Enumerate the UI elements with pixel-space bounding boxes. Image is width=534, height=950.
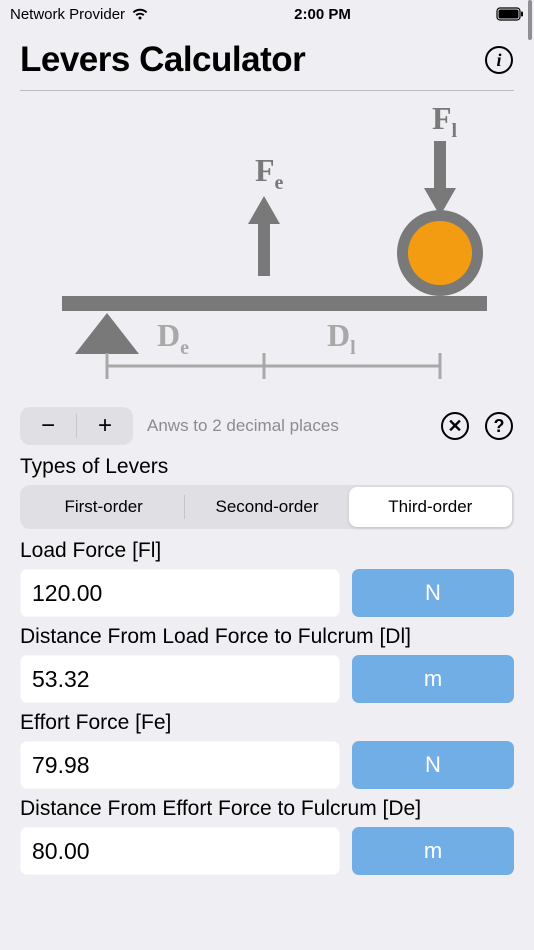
field-label-fl: Load Force [Fl]	[20, 539, 514, 563]
svg-text:Fe: Fe	[255, 152, 284, 194]
input-load-force[interactable]	[20, 569, 340, 617]
page-title: Levers Calculator	[20, 40, 305, 80]
clear-button[interactable]: ✕	[440, 411, 470, 441]
input-effort-force[interactable]	[20, 741, 340, 789]
stepper-plus-button[interactable]: +	[77, 407, 133, 445]
diagram-fl: F	[432, 101, 452, 136]
svg-text:Fl: Fl	[432, 101, 458, 142]
diagram-de: D	[157, 317, 180, 353]
decimal-stepper: − +	[20, 407, 133, 445]
question-icon: ?	[485, 412, 513, 440]
lever-type-segmented: First-order Second-order Third-order	[20, 485, 514, 529]
clock-label: 2:00 PM	[294, 6, 351, 23]
input-distance-effort[interactable]	[20, 827, 340, 875]
info-button[interactable]: i	[484, 45, 514, 75]
help-button[interactable]: ?	[484, 411, 514, 441]
types-label: Types of Levers	[20, 455, 514, 479]
seg-first-order[interactable]: First-order	[22, 487, 185, 527]
status-bar: Network Provider 2:00 PM	[0, 0, 534, 28]
unit-button-dl[interactable]: m	[352, 655, 514, 703]
decimal-hint: Anws to 2 decimal places	[147, 416, 426, 436]
diagram-fe: F	[255, 152, 275, 188]
battery-icon	[496, 7, 524, 21]
field-label-fe: Effort Force [Fe]	[20, 711, 514, 735]
svg-text:De: De	[157, 317, 189, 359]
scroll-indicator[interactable]	[528, 0, 532, 40]
unit-button-fe[interactable]: N	[352, 741, 514, 789]
wifi-icon	[131, 7, 149, 21]
lever-diagram: Fl Fe De Dl	[20, 101, 514, 401]
seg-second-order[interactable]: Second-order	[185, 487, 348, 527]
unit-button-de[interactable]: m	[352, 827, 514, 875]
seg-third-order[interactable]: Third-order	[349, 487, 512, 527]
diagram-de-sub: e	[180, 337, 189, 359]
divider	[20, 90, 514, 91]
carrier-label: Network Provider	[10, 6, 125, 23]
diagram-dl-sub: l	[350, 337, 356, 359]
diagram-fe-sub: e	[275, 172, 284, 194]
input-distance-load[interactable]	[20, 655, 340, 703]
info-icon: i	[485, 46, 513, 74]
diagram-fl-sub: l	[452, 120, 458, 142]
field-label-dl: Distance From Load Force to Fulcrum [Dl]	[20, 625, 514, 649]
diagram-dl: D	[327, 317, 350, 353]
svg-text:Dl: Dl	[327, 317, 356, 359]
x-circle-icon: ✕	[441, 412, 469, 440]
stepper-minus-button[interactable]: −	[20, 407, 76, 445]
field-label-de: Distance From Effort Force to Fulcrum [D…	[20, 797, 514, 821]
unit-button-fl[interactable]: N	[352, 569, 514, 617]
